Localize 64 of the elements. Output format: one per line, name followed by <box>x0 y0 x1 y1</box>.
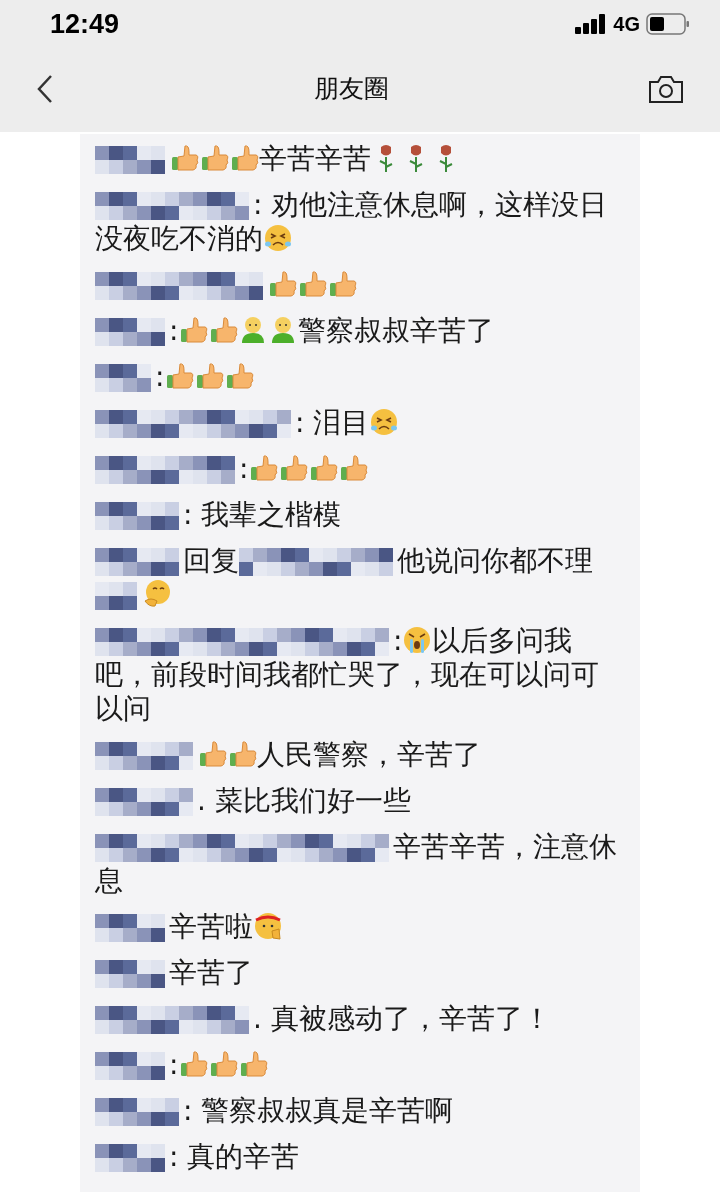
wailing-face-icon <box>402 625 433 655</box>
network-label: 4G <box>613 12 640 37</box>
comment-text: 辛苦了 <box>169 956 253 989</box>
thumbs-up-icon <box>229 143 259 173</box>
thumbs-up-icon <box>197 739 227 769</box>
comment-text: 息 <box>95 864 123 897</box>
comment-text: 人民警察，辛苦了 <box>257 738 481 771</box>
thumbs-up-icon <box>308 453 339 483</box>
camera-icon[interactable] <box>648 74 684 104</box>
comment-text: : <box>239 452 249 485</box>
battery-icon <box>646 13 690 35</box>
thumbs-up-icon <box>194 361 225 391</box>
pixelated-name <box>95 960 165 988</box>
thumbs-up-icon <box>208 1049 239 1079</box>
comment-text: : 劝他注意休息啊，这样没日 <box>253 188 608 221</box>
thumbs-up-icon <box>267 269 297 299</box>
thumbs-up-icon <box>338 453 369 483</box>
comment-text: : <box>169 1048 179 1081</box>
status-time: 12:49 <box>50 7 120 41</box>
thumbs-up-icon <box>164 361 195 391</box>
comment-text: 没夜吃不消的 <box>95 222 263 255</box>
back-icon[interactable] <box>36 74 54 104</box>
comment-text: 辛苦辛苦 <box>259 142 371 175</box>
crying-face-icon <box>263 223 293 253</box>
signal-icon <box>575 14 608 34</box>
pixelated-name <box>95 146 165 174</box>
comment-text: : <box>155 360 165 393</box>
page-title: 朋友圈 <box>313 73 389 106</box>
pixelated-name <box>95 1052 165 1080</box>
thumbs-up-icon <box>248 453 279 483</box>
thumbs-up-icon <box>278 453 309 483</box>
comment-text: . 真被感动了，辛苦了！ <box>253 1002 551 1035</box>
pixelated-name <box>95 318 165 346</box>
comment-text: : 警察叔叔真是辛苦啊 <box>183 1094 454 1127</box>
thumbs-up-icon <box>227 739 257 769</box>
comment-text: : <box>169 314 179 347</box>
thumbs-up-icon <box>208 315 239 345</box>
comment-text: : 真的辛苦 <box>169 1140 300 1173</box>
thumbs-up-icon <box>327 269 357 299</box>
pixelated-name <box>95 914 165 942</box>
comment-text: 回复 <box>183 544 239 577</box>
pixelated-name <box>95 582 137 610</box>
comment-text: 以问 <box>95 692 151 725</box>
thumbs-up-icon <box>224 361 255 391</box>
crying-face-icon <box>369 407 400 437</box>
comment-text: 他说问你都不理 <box>397 544 593 577</box>
pixelated-name <box>95 1144 165 1172</box>
comment-text: 辛苦辛苦，注意休 <box>393 830 617 863</box>
thumbs-up-icon <box>169 143 199 173</box>
comment-text: 以后多问我 <box>432 624 573 657</box>
comment-text: 辛苦啦 <box>169 910 253 943</box>
thumbs-up-icon <box>297 269 327 299</box>
thumbs-up-icon <box>178 315 209 345</box>
comment-text: : 泪目 <box>295 406 370 439</box>
comment-text: 吧，前段时间我都忙哭了，现在可以问可 <box>95 658 599 691</box>
comment-text: . 菜比我们好一些 <box>197 784 411 817</box>
comment-text: 警察叔叔辛苦了 <box>298 314 495 347</box>
thumbs-up-icon <box>178 1049 209 1079</box>
headband-face-icon <box>253 911 283 941</box>
thumbs-up-icon <box>199 143 229 173</box>
thumbs-up-icon <box>238 1049 269 1079</box>
pixelated-name <box>95 364 151 392</box>
comment-text: : 我辈之楷模 <box>183 498 342 531</box>
comment-text: : <box>393 624 403 657</box>
